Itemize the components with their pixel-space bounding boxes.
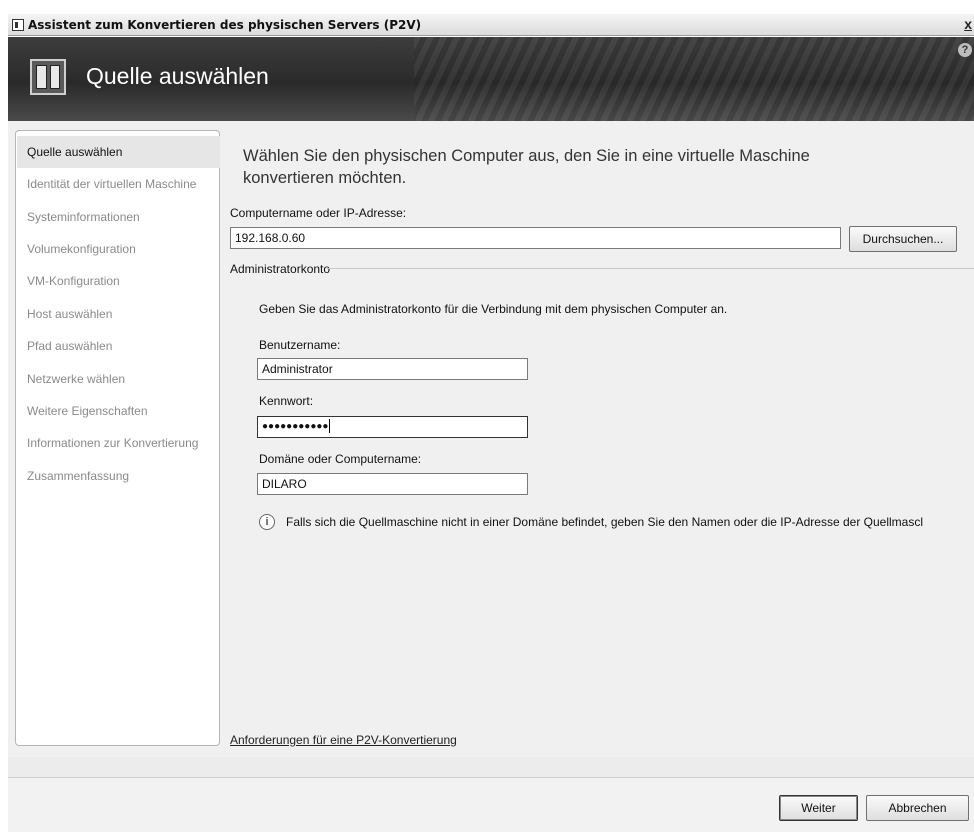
nav-item-vm-konfiguration[interactable]: VM-Konfiguration [17,265,220,297]
nav-item-identitaet[interactable]: Identität der virtuellen Maschine [17,168,220,200]
page-title: Quelle auswählen [86,63,269,89]
admin-section-label: Administratorkonto [230,262,331,276]
main-heading: Wählen Sie den physischen Computer aus, … [243,147,810,187]
close-icon[interactable]: x [964,16,972,32]
admin-description: Geben Sie das Administratorkonto für die… [259,302,728,316]
nav-item-netzwerke-waehlen[interactable]: Netzwerke wählen [17,363,220,395]
app-icon [12,18,24,31]
nav-item-weitere-eigenschaften[interactable]: Weitere Eigenschaften [17,395,220,427]
nav-item-volumekonfiguration[interactable]: Volumekonfiguration [17,233,220,265]
username-input[interactable]: Administrator [257,358,528,380]
info-icon: i [259,514,275,530]
nav-item-zusammenfassung[interactable]: Zusammenfassung [17,460,220,492]
window-title: Assistent zum Konvertieren des physische… [28,17,422,32]
computer-name-label: Computername oder IP-Adresse: [230,206,407,220]
cancel-button[interactable]: Abbrechen [866,795,969,821]
password-mask: ●●●●●●●●●●● [262,421,329,432]
bottom-strip [8,757,974,777]
section-divider [327,268,974,269]
header-banner: Quelle auswählen ? [8,37,974,121]
next-button[interactable]: Weiter [779,795,858,821]
password-input[interactable]: ●●●●●●●●●●● [257,416,528,438]
requirements-link[interactable]: Anforderungen für eine P2V-Konvertierung [230,733,457,747]
username-label: Benutzername: [259,338,341,352]
wizard-icon [30,59,66,95]
info-text: Falls sich die Quellmaschine nicht in ei… [286,515,924,529]
domain-input[interactable]: DILARO [257,473,528,495]
text-caret [329,419,331,434]
computer-name-input[interactable]: 192.168.0.60 [230,227,841,249]
browse-button[interactable]: Durchsuchen... [849,226,957,252]
nav-item-host-auswaehlen[interactable]: Host auswählen [17,298,220,330]
wizard-steps-nav: Quelle auswählen Identität der virtuelle… [15,130,220,746]
domain-label: Domäne oder Computername: [259,452,422,466]
help-icon[interactable]: ? [958,43,972,57]
nav-item-pfad-auswaehlen[interactable]: Pfad auswählen [17,330,220,362]
nav-item-informationen-konvertierung[interactable]: Informationen zur Konvertierung [17,427,220,459]
nav-item-systeminformationen[interactable]: Systeminformationen [17,201,220,233]
password-label: Kennwort: [259,394,314,408]
nav-item-quelle-auswaehlen[interactable]: Quelle auswählen [17,136,220,168]
title-bar: Assistent zum Konvertieren des physische… [8,14,974,36]
